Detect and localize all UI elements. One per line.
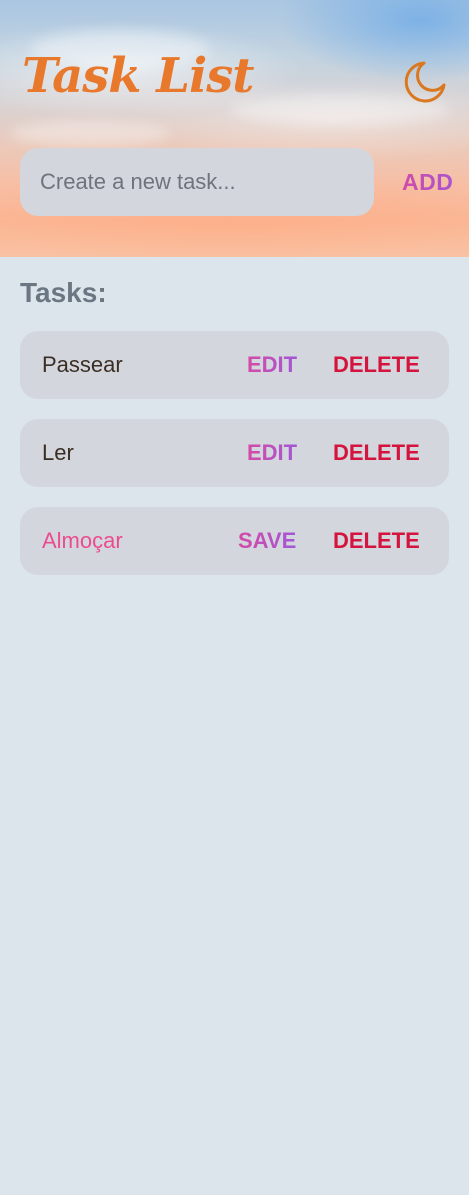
add-task-button[interactable]: ADD — [395, 165, 461, 199]
task-text: Ler — [42, 440, 74, 465]
app-header: Task List ADD — [0, 0, 469, 257]
edit-task-button[interactable]: EDIT — [247, 439, 297, 467]
task-text: Passear — [42, 352, 123, 377]
task-list: Passear EDIT DELETE Ler EDIT DELETE Almo… — [20, 331, 449, 575]
task-item: Passear EDIT DELETE — [20, 331, 449, 399]
theme-toggle-button[interactable] — [402, 58, 450, 106]
task-item: Ler EDIT DELETE — [20, 419, 449, 487]
tasks-heading: Tasks: — [20, 277, 107, 308]
save-task-button[interactable]: SAVE — [238, 527, 296, 555]
app-title: Task List — [22, 48, 254, 104]
edit-task-button[interactable]: EDIT — [247, 351, 297, 379]
cloud-decoration — [10, 120, 170, 146]
delete-task-button[interactable]: DELETE — [333, 351, 420, 379]
delete-task-button[interactable]: DELETE — [333, 527, 420, 555]
task-item-editing: Almoçar SAVE DELETE — [20, 507, 449, 575]
delete-task-button[interactable]: DELETE — [333, 439, 420, 467]
new-task-input[interactable] — [20, 148, 374, 216]
moon-icon — [404, 61, 446, 103]
task-edit-field[interactable]: Almoçar — [42, 528, 123, 553]
